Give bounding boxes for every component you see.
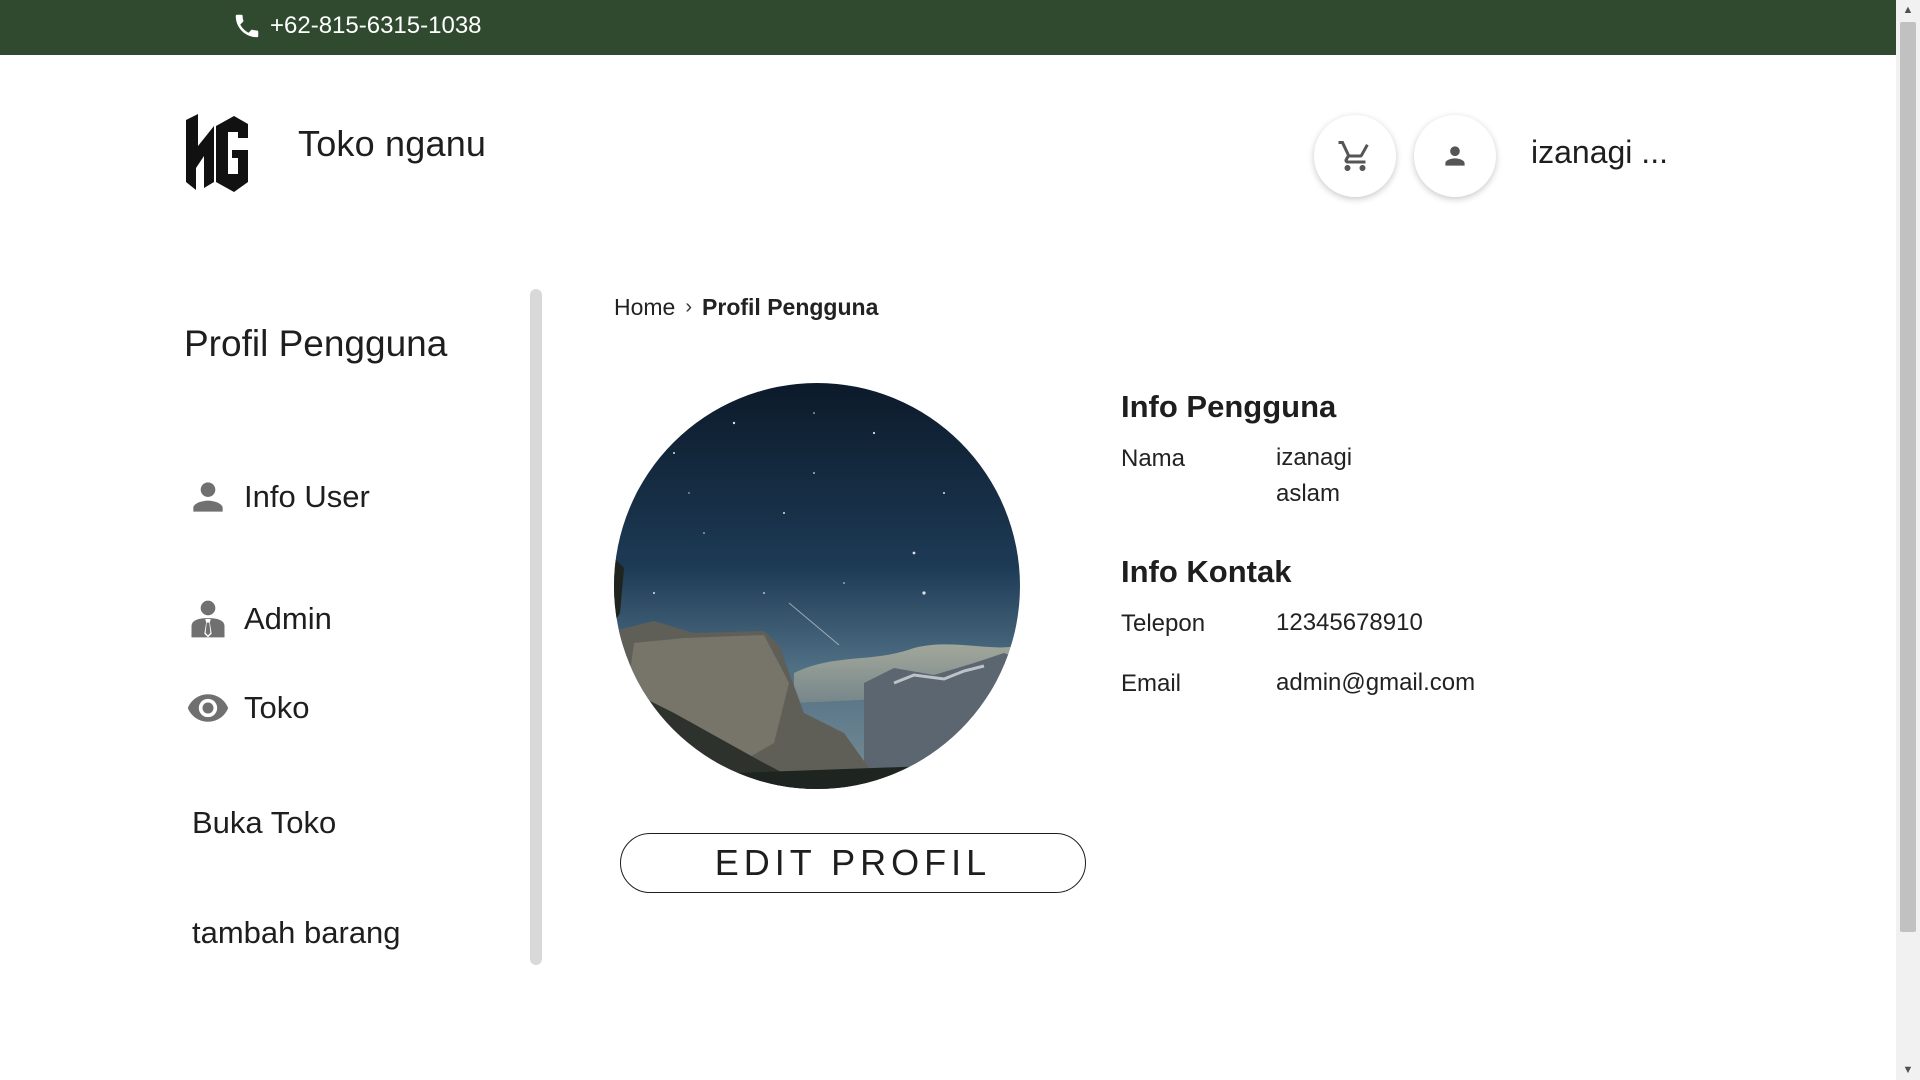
phone-label: Telepon [1121,610,1206,637]
top-contact-bar: +62-815-6315-1038 [0,0,1896,55]
phone-contact: +62-815-6315-1038 [232,11,482,41]
person-icon [193,482,223,512]
store-name[interactable]: Toko nganu [298,123,486,165]
phone-icon [235,14,259,38]
user-info-heading: Info Pengguna [1121,389,1337,424]
scroll-up-arrow-icon[interactable]: ▲ [1896,0,1920,20]
name-label: Nama [1121,445,1186,472]
email-label: Email [1121,670,1182,697]
eye-icon [187,694,229,722]
sidebar-item-admin[interactable]: Admin [186,597,332,641]
page-scrollbar[interactable]: ▲ ▼ [1896,0,1920,1080]
sidebar-item-label: Admin [244,601,332,636]
admin-icon [191,600,225,638]
sidebar-link-buka-toko[interactable]: Buka Toko [192,805,336,841]
phone-value: 12345678910 [1276,609,1423,636]
chevron-right-icon: › [685,296,693,318]
email-value: admin@gmail.com [1276,669,1476,696]
scroll-thumb[interactable] [1900,22,1916,932]
sidebar-title: Profil Pengguna [184,323,448,364]
sidebar-item-info-user[interactable]: Info User [186,475,370,519]
name-value: izanagi aslam [1276,444,1353,507]
sidebar-item-label: Info User [244,479,370,514]
sidebar-item-toko[interactable]: Toko [186,686,309,730]
phone-number: +62-815-6315-1038 [270,12,482,39]
store-logo[interactable] [184,112,250,194]
cart-icon [1338,141,1369,171]
edit-profile-button[interactable]: EDIT PROFIL [620,833,1086,893]
profile-avatar [614,383,1020,789]
sidebar-item-label: Toko [244,690,310,725]
breadcrumb-current: Profil Pengguna [702,294,879,320]
username-label[interactable]: izanagi ... [1531,134,1668,171]
cart-button[interactable] [1314,115,1396,197]
breadcrumb-home-link[interactable]: Home [614,294,675,321]
breadcrumb: Home › Profil Pengguna [614,294,878,321]
sidebar-divider [530,289,542,965]
person-icon [1445,146,1465,166]
account-button[interactable] [1414,115,1496,197]
contact-info-heading: Info Kontak [1121,554,1292,589]
scroll-down-arrow-icon[interactable]: ▼ [1896,1060,1920,1080]
sidebar-link-tambah-barang[interactable]: tambah barang [192,915,401,951]
